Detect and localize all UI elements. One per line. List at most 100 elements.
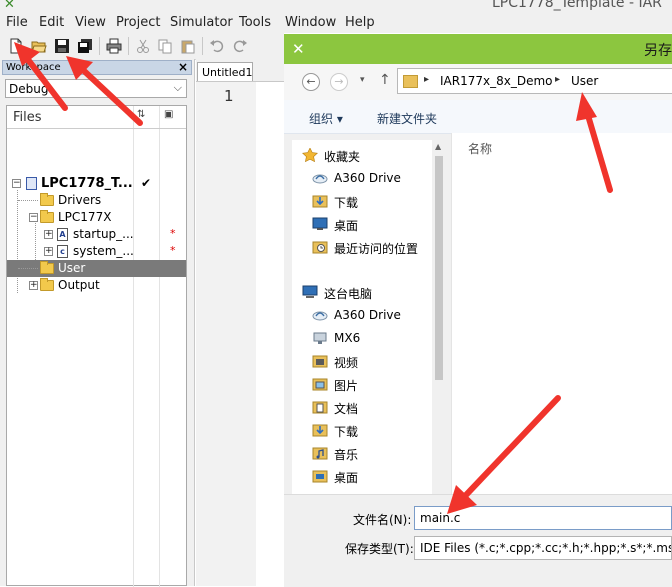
breadcrumb-demo[interactable]: IAR177x_8x_Demo <box>440 74 552 88</box>
workspace-header: Workspace × <box>2 60 192 75</box>
cloud-drive-icon <box>312 308 328 322</box>
configuration-select[interactable]: Debug ⌵ <box>5 79 187 98</box>
menu-file[interactable]: File <box>6 15 28 30</box>
workspace-pane: Workspace × Debug ⌵ Files ⇅ ▣ − LPC1778_… <box>0 59 195 587</box>
paste-icon[interactable] <box>180 38 196 54</box>
star-icon <box>302 148 318 162</box>
tree-row-output[interactable]: + Output <box>7 277 186 294</box>
project-icon <box>26 177 37 190</box>
network-drive-icon <box>312 331 328 345</box>
filetype-label: 保存类型(T): <box>345 542 414 556</box>
dialog-command-bar: 组织 ▾ 新建文件夹 <box>284 100 672 134</box>
tree-row-startup[interactable]: + A startup_... * <box>7 226 186 243</box>
nav-pc-a360[interactable]: A360 Drive <box>292 304 432 326</box>
menu-tools[interactable]: Tools <box>239 15 271 30</box>
tree-row-system[interactable]: + c system_... * <box>7 243 186 260</box>
close-icon[interactable]: × <box>178 60 188 74</box>
tree-row-lpc177x[interactable]: − LPC177X <box>7 209 186 226</box>
cut-icon[interactable] <box>135 38 151 54</box>
up-icon[interactable]: ↑ <box>379 72 391 88</box>
name-column-header[interactable]: 名称 <box>468 140 492 157</box>
new-folder-button[interactable]: 新建文件夹 <box>377 110 437 127</box>
filetype-select[interactable]: IDE Files (*.c;*.cpp;*.cc;*.h;*.hpp;*.s*… <box>414 536 672 560</box>
computer-icon <box>302 285 318 299</box>
tree-row-drivers[interactable]: Drivers <box>7 192 186 209</box>
save-all-icon[interactable] <box>77 38 93 54</box>
nav-pc-downloads[interactable]: 下载 <box>292 419 432 441</box>
music-folder-icon <box>312 446 328 460</box>
new-file-icon[interactable] <box>8 38 24 54</box>
scroll-up-icon[interactable]: ▲ <box>435 142 441 151</box>
nav-pc-documents[interactable]: 文档 <box>292 396 432 418</box>
menu-simulator[interactable]: Simulator <box>170 15 233 30</box>
tab-untitled1[interactable]: Untitled1 <box>197 62 253 81</box>
nav-fav-downloads[interactable]: 下载 <box>292 190 432 212</box>
tree-row-user[interactable]: User <box>7 260 186 277</box>
nav-pc-videos[interactable]: 视频 <box>292 350 432 372</box>
recent-places-icon <box>312 240 328 254</box>
documents-folder-icon <box>312 400 328 414</box>
redo-icon[interactable] <box>232 38 248 54</box>
nav-pc-desktop[interactable]: 桌面 <box>292 465 432 487</box>
desktop-icon <box>312 217 328 231</box>
sort-files-icon[interactable]: ⇅ <box>137 109 145 120</box>
nav-favorites[interactable]: 收藏夹 <box>292 144 432 166</box>
options-icon[interactable]: ▣ <box>164 109 173 120</box>
nav-pc-pictures[interactable]: 图片 <box>292 373 432 395</box>
downloads-folder-icon <box>312 194 328 208</box>
nav-pc-music[interactable]: 音乐 <box>292 442 432 464</box>
undo-icon[interactable] <box>209 38 225 54</box>
pictures-folder-icon <box>312 377 328 391</box>
files-column-title: Files <box>13 110 42 125</box>
file-tree: Files ⇅ ▣ − LPC1778_T... ✔ Drivers − LPC… <box>6 105 187 587</box>
open-folder-icon[interactable] <box>31 38 47 54</box>
modified-marker: * <box>170 244 176 257</box>
nav-pc-mx6[interactable]: MX6 <box>292 327 432 349</box>
folder-icon <box>40 210 54 223</box>
dialog-nav-bar: ← → ▾ ↑ ▸ IAR177x_8x_Demo ▸ User <box>284 64 672 100</box>
copy-icon[interactable] <box>157 38 173 54</box>
folder-icon <box>40 278 54 291</box>
line-number: 1 <box>224 87 234 105</box>
save-icon[interactable] <box>54 38 70 54</box>
nav-fav-recent[interactable]: 最近访问的位置 <box>292 236 432 258</box>
menu-project[interactable]: Project <box>116 15 160 30</box>
ide-title: LPC1778_Template - IAR <box>492 0 662 11</box>
configuration-value: Debug <box>9 82 49 96</box>
menu-edit[interactable]: Edit <box>39 15 64 30</box>
address-bar[interactable]: ▸ IAR177x_8x_Demo ▸ User <box>397 68 672 94</box>
save-as-dialog: ✕ 另存 ← → ▾ ↑ ▸ IAR177x_8x_Demo ▸ User 组织… <box>284 34 672 587</box>
nav-this-pc[interactable]: 这台电脑 <box>292 281 432 303</box>
dialog-title-bar: ✕ 另存 <box>284 34 672 64</box>
iar-logo-icon: ✕ <box>4 0 15 12</box>
menu-bar: File Edit View Project Simulator Tools W… <box>0 13 672 33</box>
dialog-title: 另存 <box>644 43 672 59</box>
navigation-scrollbar[interactable]: ▲ <box>432 140 446 496</box>
desktop-folder-icon <box>312 469 328 483</box>
cloud-drive-icon <box>312 171 328 185</box>
menu-window[interactable]: Window <box>285 15 336 30</box>
folder-icon <box>40 193 54 206</box>
forward-icon[interactable]: → <box>330 73 348 91</box>
back-icon[interactable]: ← <box>302 73 320 91</box>
filename-label: 文件名(N): <box>353 513 412 527</box>
file-list-pane[interactable]: 名称 <box>451 133 672 496</box>
folder-icon <box>40 261 54 274</box>
navigation-pane: 收藏夹 A360 Drive 下载 桌面 最近访问的位置 这台电脑 A360 D… <box>292 140 446 496</box>
menu-view[interactable]: View <box>75 15 106 30</box>
checkmark-icon: ✔ <box>141 176 152 190</box>
editor-tab-bar: Untitled1 <box>196 59 286 82</box>
organize-button[interactable]: 组织 ▾ <box>309 110 343 127</box>
tree-row-project[interactable]: − LPC1778_T... ✔ <box>7 175 186 192</box>
editor-pane: Untitled1 1 <box>196 59 286 586</box>
scrollbar-thumb[interactable] <box>435 156 443 380</box>
chevron-down-icon: ⌵ <box>173 81 182 94</box>
nav-fav-a360[interactable]: A360 Drive <box>292 167 432 189</box>
recent-dropdown-icon[interactable]: ▾ <box>360 75 365 85</box>
print-icon[interactable] <box>106 38 122 54</box>
breadcrumb-user[interactable]: User <box>571 74 598 88</box>
filename-input[interactable]: main.c <box>414 506 672 530</box>
nav-fav-desktop[interactable]: 桌面 <box>292 213 432 235</box>
line-number-gutter <box>196 82 256 586</box>
menu-help[interactable]: Help <box>345 15 375 30</box>
